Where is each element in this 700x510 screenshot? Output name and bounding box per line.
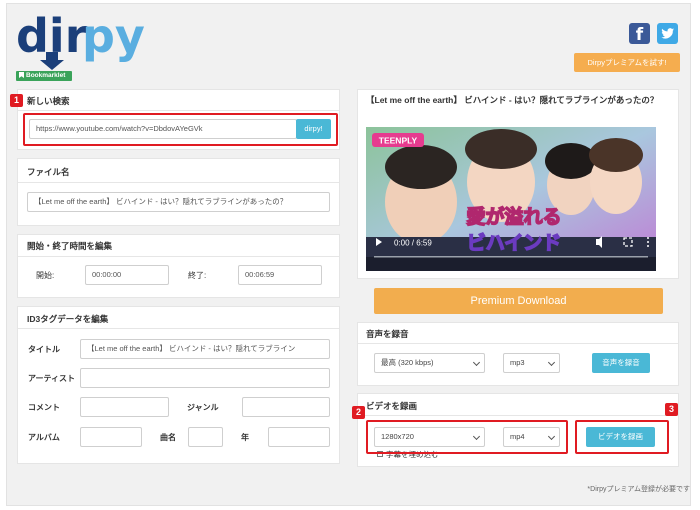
svg-text:TEENPLY: TEENPLY xyxy=(379,136,418,146)
genre-label: ジャンル xyxy=(187,403,219,412)
artist-label: アーティスト xyxy=(28,374,76,383)
video-title: 【Let me off the earth】 ビハインド - はい？隠れてラブラ… xyxy=(366,95,659,105)
svg-text:py: py xyxy=(82,12,145,63)
svg-text:0:00 / 6:59: 0:00 / 6:59 xyxy=(394,239,432,248)
record-audio-button[interactable]: 音声を録音 xyxy=(592,353,650,373)
video-player[interactable]: TEENPLY 愛が溢れる ビハインド 0:00 / 6:59 xyxy=(366,127,656,271)
end-label: 終了: xyxy=(188,271,207,280)
annotation-badge-2: 2 xyxy=(352,406,365,419)
video-thumbnail: TEENPLY 愛が溢れる ビハインド 0:00 / 6:59 xyxy=(366,127,656,271)
svg-text:愛が溢れる: 愛が溢れる xyxy=(466,205,561,228)
annotation-box-1 xyxy=(23,113,338,146)
dirpy-logo[interactable]: dir py xyxy=(16,12,146,72)
filename-input[interactable]: 【Let me off the earth】 ビハインド - はい？隠れてラブラ… xyxy=(27,192,330,212)
start-time-input[interactable]: 00:00:00 xyxy=(85,265,169,285)
chevron-down-icon xyxy=(472,358,481,367)
id3-title: ID3タグデータを編集 xyxy=(27,314,109,324)
chevron-down-icon xyxy=(547,358,556,367)
comment-input[interactable] xyxy=(80,397,169,417)
tag-title-input[interactable]: 【Let me off the earth】 ビハインド - はい？隠れてラブラ… xyxy=(80,339,330,359)
video-record-title: ビデオを録画 xyxy=(366,401,418,411)
comment-label: コメント xyxy=(28,403,60,412)
year-label: 年 xyxy=(241,433,249,442)
premium-trial-button[interactable]: Dirpyプレミアムを試す! xyxy=(574,53,680,72)
genre-input[interactable] xyxy=(242,397,330,417)
album-label: アルバム xyxy=(28,433,60,442)
artist-input[interactable] xyxy=(80,368,330,388)
annotation-badge-3: 3 xyxy=(665,403,678,416)
audio-title: 音声を録音 xyxy=(366,329,409,339)
track-input[interactable] xyxy=(188,427,223,447)
annotation-badge-1: 1 xyxy=(10,94,23,107)
audio-format-select[interactable]: mp3 xyxy=(503,353,560,373)
premium-note: *Dirpyプレミアム登録が必要です xyxy=(587,486,690,493)
search-title: 新しい検索 xyxy=(27,96,70,106)
time-title: 開始・終了時間を編集 xyxy=(27,241,113,251)
bookmark-icon xyxy=(19,72,24,78)
end-time-input[interactable]: 00:06:59 xyxy=(238,265,322,285)
annotation-box-2 xyxy=(366,420,568,454)
facebook-icon[interactable]: f xyxy=(629,23,650,45)
album-input[interactable] xyxy=(80,427,142,447)
bookmarklet-badge[interactable]: Bookmarklet xyxy=(16,71,72,81)
track-label: 曲名 xyxy=(160,433,176,442)
svg-text:ビハインド: ビハインド xyxy=(467,232,562,254)
year-input[interactable] xyxy=(268,427,330,447)
twitter-icon[interactable] xyxy=(657,23,678,44)
premium-download-button[interactable]: Premium Download xyxy=(374,288,663,314)
audio-quality-select[interactable]: 最高 (320 kbps) xyxy=(374,353,485,373)
annotation-box-3 xyxy=(575,420,669,454)
tag-title-label: タイトル xyxy=(28,345,60,354)
filename-title: ファイル名 xyxy=(27,167,70,177)
start-label: 開始: xyxy=(36,271,55,280)
